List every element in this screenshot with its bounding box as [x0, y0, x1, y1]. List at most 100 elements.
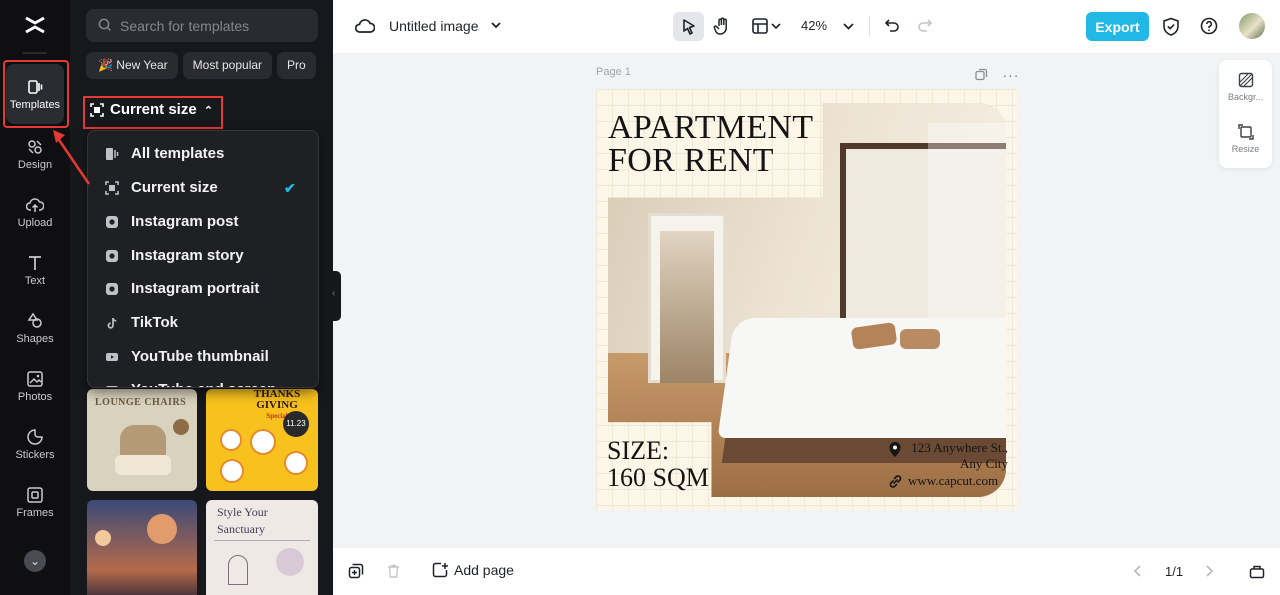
pages-panel-icon[interactable] [1249, 563, 1265, 579]
template-search[interactable] [86, 9, 318, 42]
templates-icon [28, 80, 43, 94]
chip-new-year[interactable]: 🎉 New Year [86, 52, 178, 79]
bottom-toolbar: Add page 1/1 [333, 548, 1280, 595]
template-style-sanctuary[interactable]: Style Your Sanctuary [206, 500, 318, 595]
decor-circle [276, 548, 304, 576]
trash-icon[interactable] [386, 563, 401, 579]
rail-templates[interactable]: Templates [6, 64, 64, 124]
menu-item-label: Instagram story [131, 247, 244, 264]
menu-item-label: TikTok [131, 314, 178, 331]
menu-item-instagram-story[interactable]: Instagram story [88, 241, 318, 271]
rail-design[interactable]: Design [0, 132, 70, 186]
checkmark-icon: ✔ [284, 180, 296, 196]
artboard[interactable]: APARTMENT FOR RENT SIZE: 160 SQM 123 Anyw… [596, 89, 1017, 510]
avatar[interactable] [1239, 13, 1265, 39]
rail-text[interactable]: Text [0, 248, 70, 302]
address-text[interactable]: 123 Anywhere St., Any City [888, 440, 1008, 472]
select-tool[interactable] [673, 12, 704, 41]
template-title: LOUNGE CHAIRS [95, 397, 187, 408]
size-text[interactable]: SIZE: 160 SQM [607, 437, 709, 491]
redo-icon[interactable] [917, 17, 933, 33]
layout-icon[interactable] [751, 17, 769, 35]
help-icon[interactable] [1200, 17, 1218, 35]
cloud-sync-icon[interactable] [355, 17, 375, 35]
chip-pro[interactable]: Pro [277, 52, 316, 79]
rail-upload[interactable]: Upload [0, 190, 70, 244]
lamp-illustration [228, 555, 248, 585]
rail-frames-label: Frames [16, 507, 54, 519]
hand-pan-icon[interactable] [713, 17, 731, 36]
chevron-right-icon[interactable] [1204, 564, 1214, 578]
photos-icon [27, 371, 43, 387]
resize-tool[interactable]: Resize [1219, 124, 1272, 154]
size-filter-label: Current size [110, 101, 197, 118]
rail-shapes[interactable]: Shapes [0, 306, 70, 360]
menu-item-current-size[interactable]: Current size ✔ [88, 173, 318, 203]
document-title[interactable]: Untitled image [389, 18, 479, 34]
rail-templates-label: Templates [9, 99, 61, 111]
template-title-text: THANKS GIVING [253, 389, 301, 411]
size-filter-button[interactable]: Current size ⌃ [86, 97, 221, 127]
photo-doorway [660, 231, 714, 383]
export-button[interactable]: Export [1086, 12, 1149, 41]
template-space-poster[interactable] [87, 500, 197, 595]
rail-stickers[interactable]: Stickers [0, 422, 70, 476]
capcut-logo [25, 16, 45, 34]
chevron-left-icon[interactable] [1133, 564, 1143, 578]
menu-item-youtube-thumbnail[interactable]: YouTube thumbnail [88, 342, 318, 372]
page-label: Page 1 [596, 66, 631, 78]
search-input[interactable] [120, 9, 310, 42]
planet-illustration [147, 514, 177, 544]
duplicate-page-icon[interactable] [975, 68, 988, 81]
rail-divider [23, 52, 47, 54]
upload-cloud-icon [26, 198, 44, 212]
planet-illustration [95, 530, 111, 546]
chip-most-popular[interactable]: Most popular [182, 52, 273, 79]
rail-upload-label: Upload [17, 217, 53, 229]
add-page-button[interactable]: Add page [432, 562, 514, 582]
shield-check-icon[interactable] [1162, 17, 1180, 36]
right-side-tools: Backgr... Resize [1219, 60, 1272, 168]
rail-photos-label: Photos [17, 391, 53, 403]
menu-item-all-templates[interactable]: All templates [88, 139, 318, 169]
chevron-down-icon[interactable] [490, 19, 502, 31]
undo-icon[interactable] [884, 17, 900, 33]
size-line-1: SIZE: [607, 436, 670, 465]
menu-item-instagram-post[interactable]: Instagram post [88, 207, 318, 237]
food-plate [250, 429, 276, 455]
rail-frames[interactable]: Frames [0, 480, 70, 534]
menu-item-instagram-portrait[interactable]: Instagram portrait [88, 274, 318, 304]
template-date-badge: 11.23 [283, 411, 309, 437]
page-counter: 1/1 [1165, 564, 1184, 579]
food-plate [284, 451, 308, 475]
youtube-icon [106, 386, 118, 387]
templates-icon [106, 148, 119, 160]
headline-text[interactable]: APARTMENT FOR RENT [608, 111, 813, 178]
photo-pillow [900, 329, 940, 349]
add-page-icon [432, 562, 448, 578]
background-tool[interactable]: Backgr... [1219, 72, 1272, 102]
template-thanksgiving[interactable]: THANKS GIVING Special 11.23 [206, 389, 318, 491]
food-plate [220, 459, 244, 483]
panel-collapse-handle[interactable]: ‹ [332, 271, 341, 321]
menu-item-label: Instagram portrait [131, 280, 260, 297]
youtube-icon [106, 353, 118, 361]
chevron-down-icon[interactable] [843, 21, 854, 31]
frames-icon [27, 487, 43, 503]
tiktok-icon [107, 317, 117, 329]
website-text[interactable]: www.capcut.com [908, 473, 998, 489]
template-lounge-chairs[interactable]: LOUNGE CHAIRS [87, 389, 197, 491]
chair-seat [115, 455, 171, 475]
rail-photos[interactable]: Photos [0, 364, 70, 418]
instagram-icon [106, 283, 118, 295]
chevron-down-icon[interactable] [771, 21, 781, 31]
zoom-level[interactable]: 42% [801, 18, 827, 33]
menu-item-youtube-end-screen[interactable]: YouTube end screen [88, 375, 318, 387]
category-chips: 🎉 New Year Most popular Pro [86, 52, 333, 79]
background-icon [1238, 72, 1253, 88]
top-toolbar: Untitled image 42% Export [333, 0, 1280, 53]
rail-expand-button[interactable]: ⌄ [24, 550, 46, 572]
menu-item-tiktok[interactable]: TikTok [88, 308, 318, 338]
more-options-icon[interactable]: ··· [1002, 67, 1019, 83]
duplicate-icon[interactable] [348, 563, 364, 579]
